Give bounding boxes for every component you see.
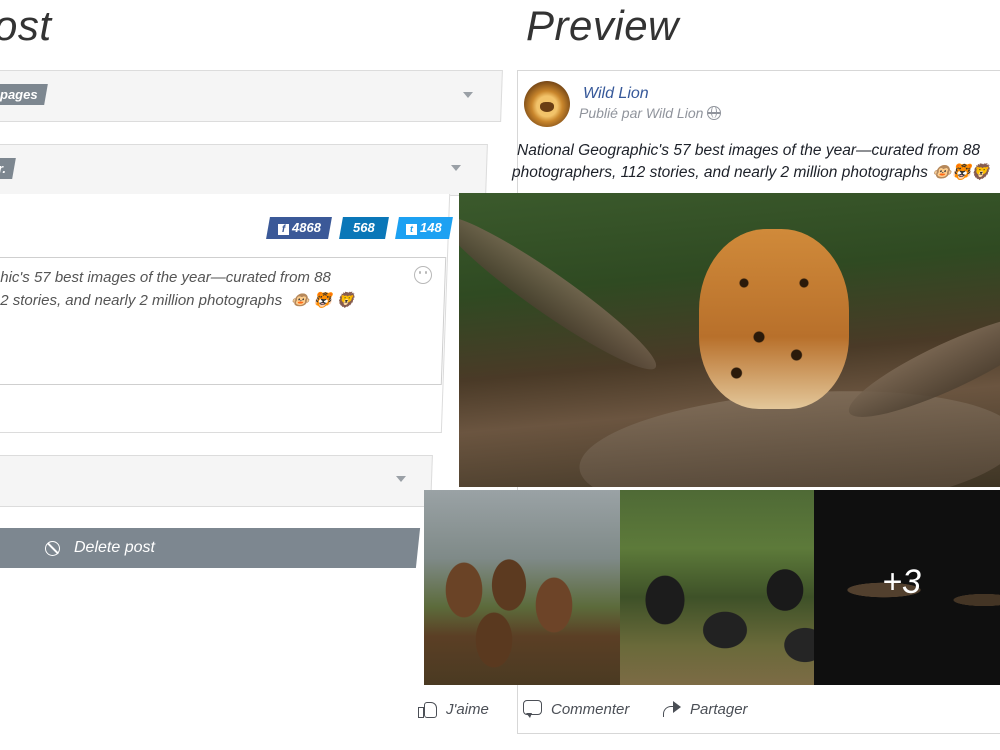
post-photo-main[interactable] xyxy=(459,193,1000,487)
delete-post-label: Delete post xyxy=(74,539,155,556)
editor-title: ost xyxy=(0,2,52,49)
like-label: J'aime xyxy=(446,700,489,718)
post-text-line-1: National Geographic's 57 best images of … xyxy=(517,142,981,159)
chevron-down-icon[interactable] xyxy=(463,92,473,98)
avatar[interactable] xyxy=(524,81,570,127)
facebook-share-count: f 4868 xyxy=(266,217,332,239)
smiley-icon[interactable] xyxy=(414,266,432,284)
share-icon xyxy=(662,700,682,718)
accordion-pages[interactable] xyxy=(0,70,503,122)
post-photo-gorillas[interactable] xyxy=(620,490,846,685)
page-name-link[interactable]: Wild Lion xyxy=(583,85,649,103)
chevron-down-icon[interactable] xyxy=(451,165,461,171)
pages-tag-label: pages xyxy=(0,87,38,102)
twitter-icon: t xyxy=(406,224,418,235)
globe-icon xyxy=(707,106,721,120)
post-text: National Geographic's 57 best images of … xyxy=(512,140,1000,184)
comment-icon xyxy=(523,700,543,718)
pages-tag: pages xyxy=(0,84,48,105)
post-photo-more[interactable]: +3 xyxy=(814,490,1000,685)
share-button[interactable]: Partager xyxy=(662,698,748,720)
message-line-1: hic's 57 best images of the year—curated… xyxy=(0,269,331,286)
ban-icon xyxy=(45,540,61,556)
accordion-message[interactable] xyxy=(0,144,488,196)
delete-post-button[interactable]: Delete post xyxy=(0,528,421,568)
comment-label: Commenter xyxy=(551,700,630,718)
chevron-down-icon[interactable] xyxy=(396,476,406,482)
like-icon xyxy=(418,700,438,718)
linkedin-share-count: 568 xyxy=(339,217,389,239)
twitter-count: 148 xyxy=(420,220,442,235)
published-by: Publié par Wild Lion xyxy=(579,105,704,121)
facebook-icon: f xyxy=(277,224,289,235)
accordion-collapsed[interactable] xyxy=(0,455,433,507)
linkedin-count: 568 xyxy=(353,220,375,235)
post-text-line-2: photographers, 112 stories, and nearly 2… xyxy=(512,164,991,181)
message-emojis: 🐵 🐯 🦁 xyxy=(290,292,355,309)
message-line-2: 2 stories, and nearly 2 million photogra… xyxy=(0,292,283,309)
comment-button[interactable]: Commenter xyxy=(523,698,629,720)
post-photo-monkeys[interactable] xyxy=(424,490,652,685)
more-photos-count: +3 xyxy=(882,563,921,601)
twitter-share-count: t 148 xyxy=(395,217,453,239)
like-button[interactable]: J'aime xyxy=(418,698,489,720)
facebook-count: 4868 xyxy=(291,220,321,235)
preview-title: Preview xyxy=(526,2,679,49)
message-textarea[interactable]: hic's 57 best images of the year—curated… xyxy=(0,257,447,385)
share-label: Partager xyxy=(690,700,748,718)
message-tag-label: r. xyxy=(0,161,6,176)
